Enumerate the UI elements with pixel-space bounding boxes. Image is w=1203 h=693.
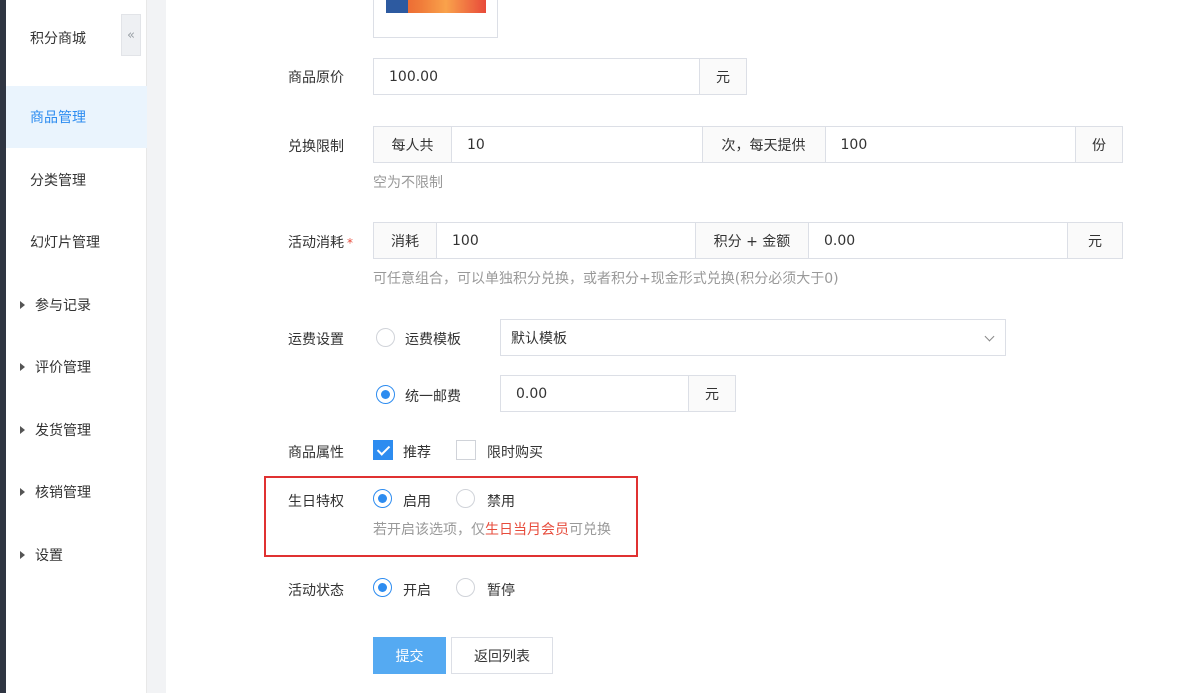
shipping-flat-option[interactable]: 统一邮费 (405, 386, 461, 406)
exchange-limit-unit: 份 (1076, 127, 1122, 162)
sidebar-item-label: 分类管理 (30, 173, 86, 189)
shipping-label: 运费设置 (288, 332, 344, 348)
sidebar-item-label: 评价管理 (35, 360, 91, 376)
shipping-flat-unit: 元 (689, 376, 735, 411)
birthday-hint: 若开启该选项，仅生日当月会员可兑换 (373, 519, 611, 539)
original-price-input-group: 100.00 元 (373, 58, 747, 95)
birthday-hint-highlight: 生日当月会员 (485, 522, 569, 538)
caret-right-icon (20, 551, 25, 559)
exchange-limit-hint: 空为不限制 (373, 175, 443, 191)
exchange-limit-input-group: 每人共 10 次，每天提供 100 份 (373, 126, 1123, 163)
birthday-hint-post: 可兑换 (569, 522, 611, 538)
sidebar-item-settings[interactable]: 设置 (6, 524, 147, 586)
original-price-unit: 元 (700, 59, 746, 94)
exchange-limit-prefix: 每人共 (374, 127, 452, 162)
activity-cost-points-input[interactable]: 100 (437, 223, 696, 258)
collapse-sidebar-button[interactable]: « (121, 14, 141, 56)
activity-cost-input-group: 消耗 100 积分 + 金额 0.00 元 (373, 222, 1123, 259)
status-on-radio[interactable] (373, 578, 392, 597)
sidebar-item-label: 幻灯片管理 (30, 235, 100, 251)
shipping-flat-radio[interactable] (376, 385, 395, 404)
activity-cost-unit: 元 (1068, 223, 1122, 258)
double-chevron-left-icon: « (127, 27, 135, 43)
attributes-label: 商品属性 (288, 445, 344, 461)
activity-cost-middle: 积分 + 金额 (696, 223, 809, 258)
exchange-limit-label: 兑换限制 (288, 139, 344, 155)
activity-cost-prefix: 消耗 (374, 223, 437, 258)
activity-cost-amount-input[interactable]: 0.00 (809, 223, 1068, 258)
required-mark: * (347, 236, 353, 250)
shipping-template-select[interactable]: 默认模板 (500, 319, 1006, 356)
caret-right-icon (20, 488, 25, 496)
submit-button[interactable]: 提交 (373, 637, 446, 674)
sidebar-item-verification[interactable]: 核销管理 (6, 461, 147, 523)
sidebar-item-label: 发货管理 (35, 423, 91, 439)
shipping-flat-input-group: 0.00 元 (500, 375, 736, 412)
sidebar-item-categories[interactable]: 分类管理 (6, 149, 147, 211)
exchange-limit-per-person-input[interactable]: 10 (452, 127, 703, 162)
shipping-template-radio[interactable] (376, 328, 395, 347)
limited-time-checkbox[interactable] (456, 440, 476, 460)
birthday-disable-radio[interactable] (456, 489, 475, 508)
status-label: 活动状态 (288, 583, 344, 599)
birthday-hint-pre: 若开启该选项，仅 (373, 522, 485, 538)
sidebar-title: 积分商城 (30, 31, 86, 47)
caret-right-icon (20, 301, 25, 309)
original-price-input[interactable]: 100.00 (374, 59, 700, 94)
limited-time-label[interactable]: 限时购买 (487, 442, 543, 462)
exchange-limit-daily-input[interactable]: 100 (826, 127, 1076, 162)
caret-right-icon (20, 426, 25, 434)
recommend-checkbox[interactable] (373, 440, 393, 460)
shipping-flat-input[interactable]: 0.00 (501, 376, 689, 411)
birthday-disable-label[interactable]: 禁用 (487, 491, 515, 511)
shipping-template-selected: 默认模板 (511, 330, 567, 347)
recommend-label[interactable]: 推荐 (403, 442, 431, 462)
sidebar-item-slides[interactable]: 幻灯片管理 (6, 211, 147, 273)
sidebar-item-label: 参与记录 (35, 298, 91, 314)
birthday-privilege-highlight-box (264, 476, 638, 557)
sidebar-item-label: 商品管理 (30, 110, 86, 126)
shipping-template-option[interactable]: 运费模板 (405, 329, 461, 349)
status-on-label[interactable]: 开启 (403, 580, 431, 600)
status-pause-radio[interactable] (456, 578, 475, 597)
birthday-enable-label[interactable]: 启用 (403, 491, 431, 511)
exchange-limit-middle: 次，每天提供 (702, 127, 826, 162)
chevron-down-icon (984, 331, 995, 342)
activity-cost-hint: 可任意组合，可以单独积分兑换，或者积分+现金形式兑换(积分必须大于0) (373, 271, 839, 287)
product-image-thumbnail[interactable] (373, 0, 498, 38)
birthday-enable-radio[interactable] (373, 489, 392, 508)
sidebar-item-label: 设置 (35, 548, 63, 564)
sidebar-item-records[interactable]: 参与记录 (6, 274, 147, 336)
sidebar-item-reviews[interactable]: 评价管理 (6, 336, 147, 398)
sidebar-item-products[interactable]: 商品管理 (6, 86, 147, 148)
caret-right-icon (20, 363, 25, 371)
birthday-label: 生日特权 (288, 494, 344, 510)
back-to-list-button[interactable]: 返回列表 (451, 637, 553, 674)
sidebar-item-shipping[interactable]: 发货管理 (6, 399, 147, 461)
activity-cost-label: 活动消耗 * (288, 232, 353, 252)
sidebar: 积分商城 « 商品管理 分类管理 幻灯片管理 参与记录 评价管理 发货管理 核销… (6, 0, 147, 693)
product-image (386, 0, 486, 13)
sidebar-item-label: 核销管理 (35, 485, 91, 501)
status-pause-label[interactable]: 暂停 (487, 580, 515, 600)
activity-cost-label-text: 活动消耗 (288, 235, 344, 251)
original-price-label: 商品原价 (288, 70, 344, 86)
